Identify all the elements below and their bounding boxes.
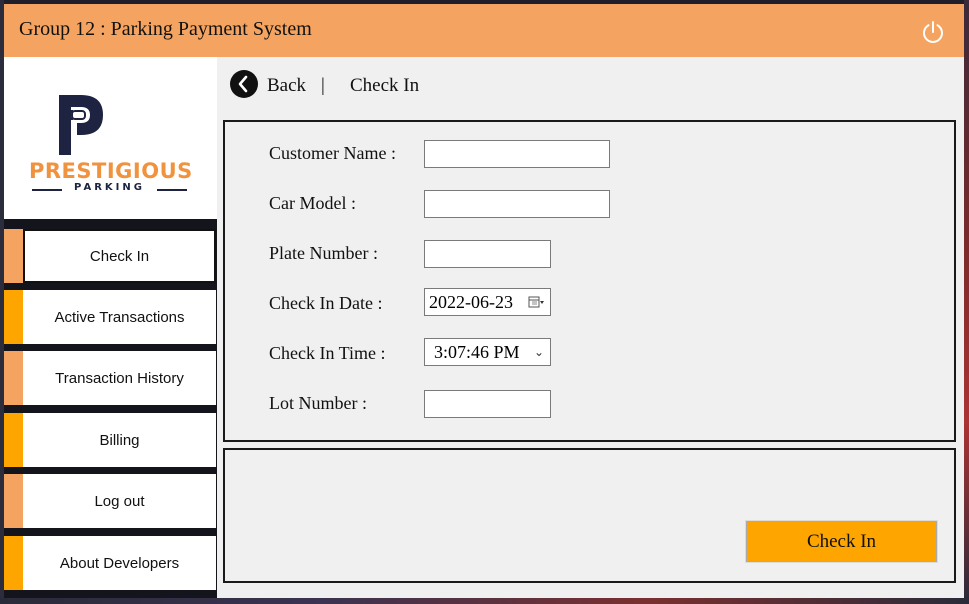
- sidebar-item-check-in[interactable]: Check In: [4, 229, 217, 283]
- sidebar-item-label[interactable]: Active Transactions: [23, 290, 216, 344]
- nav-accent: [4, 351, 23, 405]
- sidebar-item-log-out[interactable]: Log out: [4, 474, 217, 528]
- check-in-form: Customer Name : Car Model : Plate Number…: [223, 120, 956, 442]
- lot-number-label: Lot Number :: [269, 393, 367, 413]
- title-bar: Group 12 : Parking Payment System: [4, 4, 964, 57]
- car-model-label: Car Model :: [269, 193, 356, 213]
- logo-subtitle: PARKING: [32, 182, 187, 196]
- nav-accent: [4, 290, 23, 344]
- parking-logo-icon: [59, 95, 103, 155]
- sidebar-item-label[interactable]: Billing: [23, 413, 216, 467]
- nav-accent: [4, 229, 23, 283]
- sidebar-item-transaction-history[interactable]: Transaction History: [4, 351, 217, 405]
- sidebar-item-label[interactable]: Log out: [23, 474, 216, 528]
- check-in-time-picker[interactable]: 3:07:46 PM ⌄: [424, 338, 551, 366]
- desktop-edge-bottom: [0, 598, 969, 604]
- sidebar-item-billing[interactable]: Billing: [4, 413, 217, 467]
- customer-name-label: Customer Name :: [269, 143, 396, 163]
- desktop-edge-right: [964, 0, 969, 604]
- lot-number-input[interactable]: [424, 390, 551, 418]
- sidebar-nav: Check In Active Transactions Transaction…: [4, 219, 217, 598]
- page-title: Check In: [350, 75, 420, 96]
- check-in-date-value: 2022-06-23: [429, 291, 513, 312]
- sidebar-item-about-developers[interactable]: About Developers: [4, 536, 217, 590]
- logo-subword: PARKING: [74, 182, 145, 193]
- nav-accent: [4, 413, 23, 467]
- customer-name-input[interactable]: [424, 140, 610, 168]
- logo-wordmark: PRESTIGIOUS: [29, 159, 193, 183]
- plate-number-input[interactable]: [424, 240, 551, 268]
- app-title: Group 12 : Parking Payment System: [19, 18, 312, 40]
- chevron-down-icon[interactable]: ⌄: [534, 345, 544, 360]
- car-model-input[interactable]: [424, 190, 610, 218]
- breadcrumb-separator: |: [321, 75, 325, 96]
- nav-accent: [4, 536, 23, 590]
- check-in-date-picker[interactable]: 2022-06-23: [424, 288, 551, 316]
- back-button[interactable]: Back: [267, 75, 306, 97]
- nav-accent: [4, 474, 23, 528]
- sidebar-item-label[interactable]: Transaction History: [23, 351, 216, 405]
- sidebar-item-active-transactions[interactable]: Active Transactions: [4, 290, 217, 344]
- sidebar-item-label[interactable]: About Developers: [23, 536, 216, 590]
- check-in-button[interactable]: Check In: [745, 520, 938, 563]
- check-in-time-label: Check In Time :: [269, 343, 386, 363]
- calendar-icon[interactable]: [528, 295, 544, 309]
- check-in-time-value: 3:07:46 PM: [434, 341, 520, 362]
- power-icon[interactable]: [921, 20, 945, 44]
- check-in-date-label: Check In Date :: [269, 293, 383, 313]
- plate-number-label: Plate Number :: [269, 243, 378, 263]
- chevron-left-icon[interactable]: [230, 70, 258, 98]
- app-window: Group 12 : Parking Payment System PRESTI…: [4, 4, 964, 598]
- sidebar: PRESTIGIOUS PARKING Check In Active Tran…: [4, 57, 217, 598]
- sidebar-item-label[interactable]: Check In: [23, 229, 216, 283]
- logo: PRESTIGIOUS PARKING: [4, 57, 217, 219]
- action-panel: Check In: [223, 448, 956, 583]
